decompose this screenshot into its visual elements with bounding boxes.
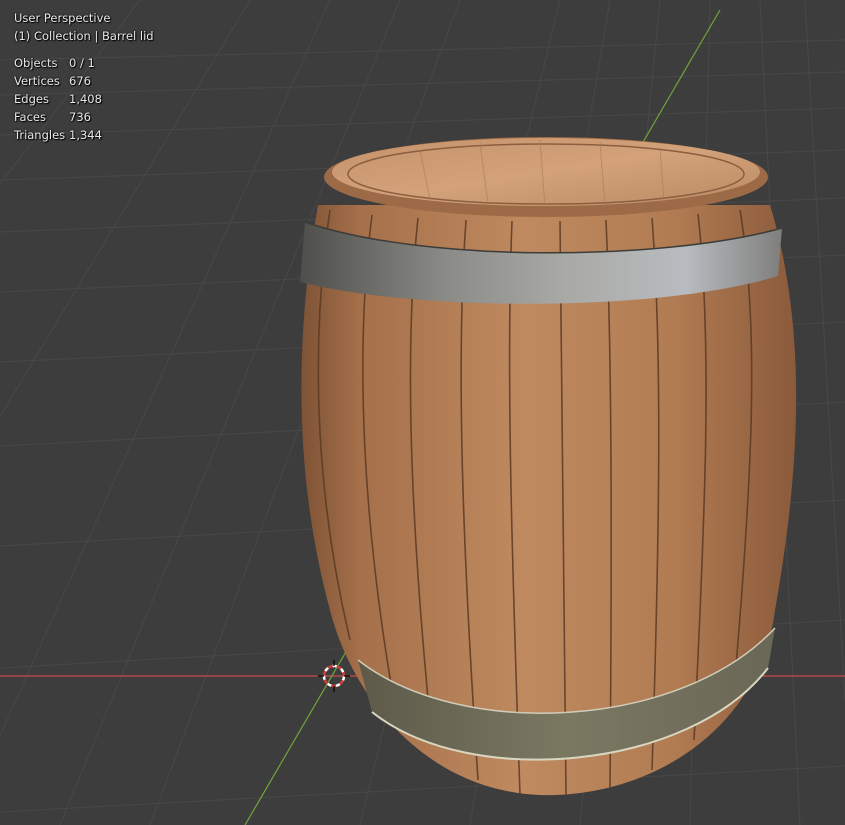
- scene-statistics: Objects 0 / 1 Vertices 676 Edges 1,408 F…: [14, 54, 102, 144]
- stat-value: 676: [69, 74, 91, 88]
- barrel-mesh[interactable]: [300, 137, 797, 796]
- stat-row-triangles: Triangles 1,344: [14, 126, 102, 144]
- stat-row-faces: Faces 736: [14, 108, 102, 126]
- stat-label: Triangles: [14, 128, 66, 142]
- stat-value: 1,408: [69, 92, 102, 106]
- stat-label: Vertices: [14, 74, 60, 88]
- stat-value: 0 / 1: [69, 56, 95, 70]
- view-name-label: User Perspective: [14, 11, 111, 25]
- stat-label: Faces: [14, 110, 46, 124]
- stat-label: Objects: [14, 56, 58, 70]
- stat-value: 1,344: [69, 128, 102, 142]
- viewport-info-overlay: User Perspective (1) Collection | Barrel…: [14, 9, 154, 144]
- stat-row-objects: Objects 0 / 1: [14, 54, 102, 72]
- collection-info-label: (1) Collection | Barrel lid: [14, 29, 154, 43]
- stat-label: Edges: [14, 92, 49, 106]
- stat-row-vertices: Vertices 676: [14, 72, 102, 90]
- stat-row-edges: Edges 1,408: [14, 90, 102, 108]
- stat-value: 736: [69, 110, 91, 124]
- 3d-viewport[interactable]: User Perspective (1) Collection | Barrel…: [0, 0, 845, 825]
